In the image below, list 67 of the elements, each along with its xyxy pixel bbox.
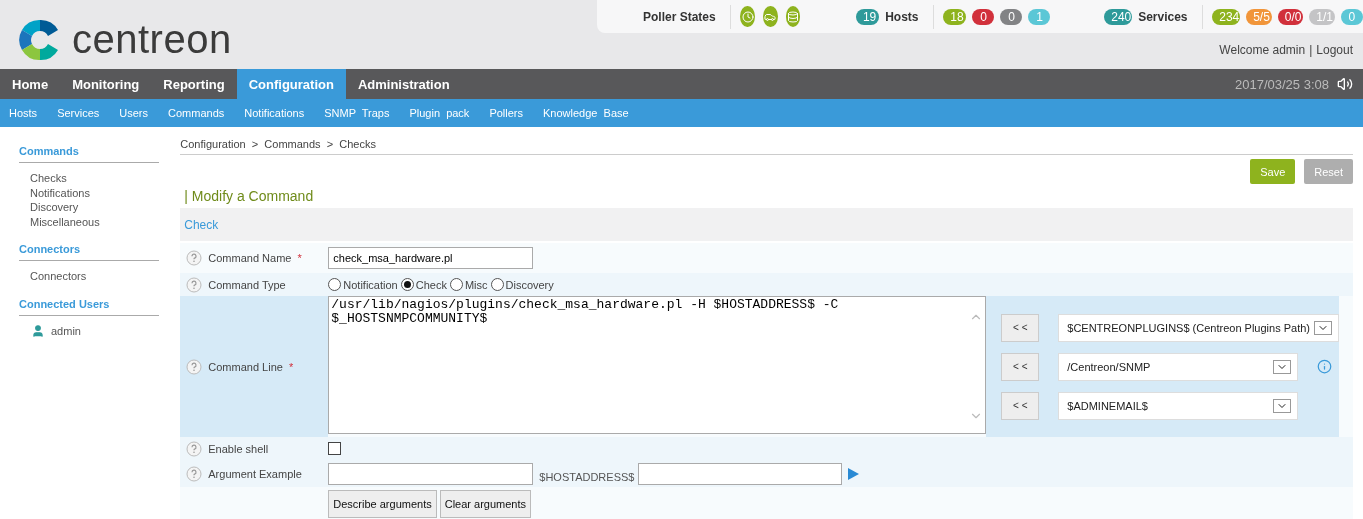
sidebar-title: Connectors — [19, 243, 159, 261]
separator-text: | — [1309, 43, 1313, 57]
clock-icon[interactable] — [740, 6, 755, 27]
welcome-text: Welcome admin — [1219, 43, 1306, 57]
radio-option[interactable]: Discovery — [490, 278, 554, 291]
macro-select[interactable]: $CENTREONPLUGINS$ (Centreon Plugins Path) — [1058, 313, 1339, 342]
info-icon[interactable] — [1317, 359, 1333, 374]
count-badge[interactable]: 0/0 — [1277, 8, 1304, 25]
play-icon[interactable] — [847, 466, 861, 481]
count-badge[interactable]: 0 — [1000, 8, 1023, 25]
section-header: Check — [180, 208, 1353, 243]
nav-tab[interactable]: Reporting — [151, 69, 237, 99]
user-link[interactable]: admin — [51, 323, 81, 338]
radio-option[interactable]: Check — [400, 278, 447, 291]
logo-text: centreon — [72, 17, 232, 62]
macro-label: $HOSTADDRESS$ — [539, 469, 635, 483]
sidebar-title: Connected Users — [19, 297, 159, 316]
form-title: | Modify a Command — [183, 187, 315, 206]
sidebar-link[interactable]: Connectors — [19, 269, 181, 284]
macro-select[interactable]: /Centreon/SNMP — [1058, 352, 1299, 381]
argument-field[interactable] — [328, 462, 534, 485]
field-label: Command Name — [208, 252, 292, 264]
nav-tab[interactable]: Home — [0, 69, 61, 99]
help-icon[interactable] — [186, 276, 203, 293]
sidebar-title: Commands — [19, 145, 159, 163]
sidebar-link[interactable]: Notifications — [19, 185, 181, 200]
nav-tab[interactable]: Monitoring — [60, 69, 152, 99]
sidebar-link[interactable]: Miscellaneous — [19, 214, 181, 229]
field-label: Enable shell — [208, 442, 269, 455]
status-label: Poller States — [643, 9, 716, 24]
caret-icon — [1273, 359, 1292, 374]
user-icon — [31, 323, 45, 338]
enable-shell-checkbox[interactable] — [328, 442, 342, 455]
status-label: Services — [1138, 9, 1188, 24]
field-label: Argument Example — [208, 467, 302, 480]
sidebar-link[interactable]: Discovery — [19, 200, 181, 215]
field-label: Command Type — [208, 278, 286, 291]
caret-icon — [1273, 398, 1292, 413]
form-button[interactable]: Clear arguments — [439, 490, 532, 518]
sidebar-link[interactable]: Checks — [19, 171, 181, 186]
macro-select[interactable]: $ADMINEMAIL$ — [1058, 391, 1299, 420]
command-name-field[interactable]: check_msa_hardware.pl — [328, 247, 534, 269]
field-label: Command Line — [208, 360, 283, 373]
status-label: Hosts — [885, 9, 919, 24]
required-mark: * — [297, 252, 302, 264]
car-icon[interactable] — [763, 6, 778, 27]
count-badge[interactable]: 0 — [972, 8, 995, 25]
insert-button[interactable]: < < — [1001, 391, 1040, 420]
help-icon[interactable] — [186, 465, 203, 482]
breadcrumb: Configuration > Commands > Checks — [180, 127, 1353, 155]
radio-option[interactable]: Misc — [449, 278, 488, 291]
help-icon[interactable] — [186, 440, 203, 457]
help-icon[interactable] — [186, 358, 203, 375]
argument-value-field[interactable] — [638, 462, 843, 485]
help-icon[interactable] — [186, 250, 203, 266]
nav-tab[interactable]: Administration — [345, 69, 462, 99]
logout-link[interactable]: Logout — [1316, 43, 1353, 57]
form-button[interactable]: Describe arguments — [328, 490, 437, 518]
caret-icon — [1314, 320, 1332, 335]
insert-button[interactable]: < < — [1001, 313, 1040, 342]
speaker-icon[interactable] — [1337, 76, 1353, 92]
required-mark: * — [288, 360, 294, 373]
date-time: 2017/03/25 3:08 — [1235, 76, 1329, 92]
database-icon[interactable] — [785, 6, 801, 27]
insert-button[interactable]: < < — [1001, 352, 1040, 381]
command-line-field[interactable]: /usr/lib/nagios/plugins/check_msa_hardware.pl -H $HOSTADDRESS$ -C $_HOSTSNMPCOMMUNITY$ — [328, 296, 987, 434]
radio-option[interactable]: Notification — [328, 278, 398, 291]
